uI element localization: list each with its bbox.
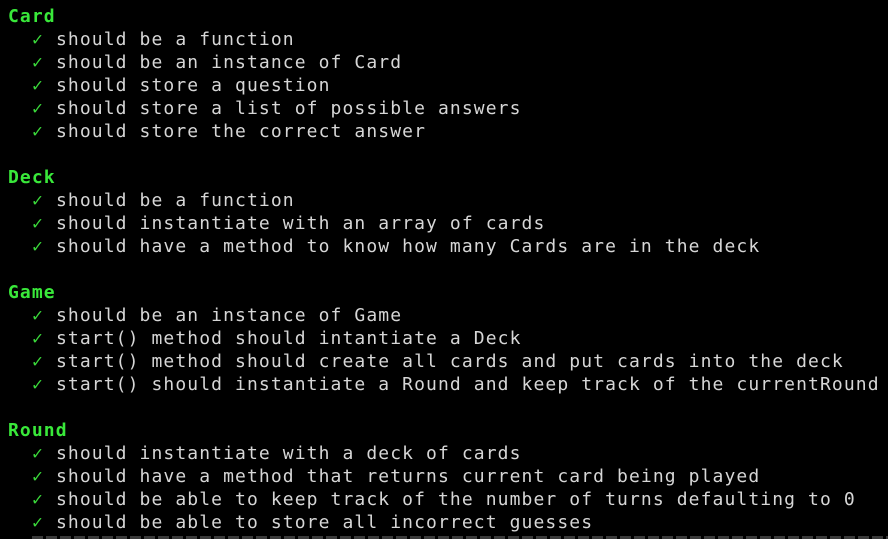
test-row: ✓ should be a function xyxy=(0,189,295,212)
suite-title-deck: Deck xyxy=(8,167,56,188)
test-label: should be an instance of Card xyxy=(56,52,403,73)
check-icon: ✓ xyxy=(32,305,44,326)
check-icon: ✓ xyxy=(32,213,44,234)
test-label: should instantiate with an array of card… xyxy=(56,213,546,234)
check-icon: ✓ xyxy=(32,328,44,349)
test-row: ✓ should store a list of possible answers xyxy=(0,97,522,120)
check-icon: ✓ xyxy=(32,374,44,395)
check-icon: ✓ xyxy=(32,466,44,487)
test-label: should have a method that returns curren… xyxy=(56,466,761,487)
test-row: ✓ start() should instantiate a Round and … xyxy=(0,373,880,396)
test-label: should be a function xyxy=(56,29,295,50)
check-icon: ✓ xyxy=(32,75,44,96)
test-row: ✓ should instantiate with an array of car… xyxy=(0,212,545,235)
test-row: ✓ start() method should intantiate a Deck xyxy=(0,327,522,350)
test-label: should be able to store all incorrect gu… xyxy=(56,512,594,533)
test-row: ✓ should have a method that returns curre… xyxy=(0,465,760,488)
test-row: ✓ should be an instance of Game xyxy=(0,304,402,327)
test-label: should be an instance of Game xyxy=(56,305,403,326)
check-icon: ✓ xyxy=(32,512,44,533)
test-label: start() should instantiate a Round and k… xyxy=(56,374,880,395)
test-row: ✓ should be a function xyxy=(0,28,295,51)
test-row: ✓ start() method should create all cards … xyxy=(0,350,844,373)
suite-title-card: Card xyxy=(8,6,56,27)
test-label: should be able to keep track of the numb… xyxy=(56,489,856,510)
suite-title-round: Round xyxy=(8,420,68,441)
test-row: ✓ should be able to keep track of the num… xyxy=(0,488,856,511)
test-label: should be a function xyxy=(56,190,295,211)
check-icon: ✓ xyxy=(32,190,44,211)
test-label: should store a question xyxy=(56,75,331,96)
check-icon: ✓ xyxy=(32,121,44,142)
test-row: ✓ should instantiate with a deck of cards xyxy=(0,442,522,465)
test-row: ✓ should be able to store all incorrect g… xyxy=(0,511,593,534)
test-row: ✓ should have a method to know how many C… xyxy=(0,235,760,258)
test-row: ✓ should be an instance of Card xyxy=(0,51,402,74)
suite-title-game: Game xyxy=(8,282,56,303)
check-icon: ✓ xyxy=(32,351,44,372)
test-label: should store a list of possible answers xyxy=(56,98,522,119)
test-label: start() method should intantiate a Deck xyxy=(56,328,522,349)
test-label: should store the correct answer xyxy=(56,121,427,142)
check-icon: ✓ xyxy=(32,52,44,73)
test-label: should have a method to know how many Ca… xyxy=(56,236,761,257)
terminal-output: Card ✓ should be a function ✓ should be an… xyxy=(0,0,888,539)
check-icon: ✓ xyxy=(32,443,44,464)
test-label: should instantiate with a deck of cards xyxy=(56,443,522,464)
test-label: start() method should create all cards a… xyxy=(56,351,844,372)
check-icon: ✓ xyxy=(32,236,44,257)
test-row: ✓ should store a question xyxy=(0,74,331,97)
check-icon: ✓ xyxy=(32,489,44,510)
check-icon: ✓ xyxy=(32,98,44,119)
check-icon: ✓ xyxy=(32,29,44,50)
test-row: ✓ should store the correct answer xyxy=(0,120,426,143)
